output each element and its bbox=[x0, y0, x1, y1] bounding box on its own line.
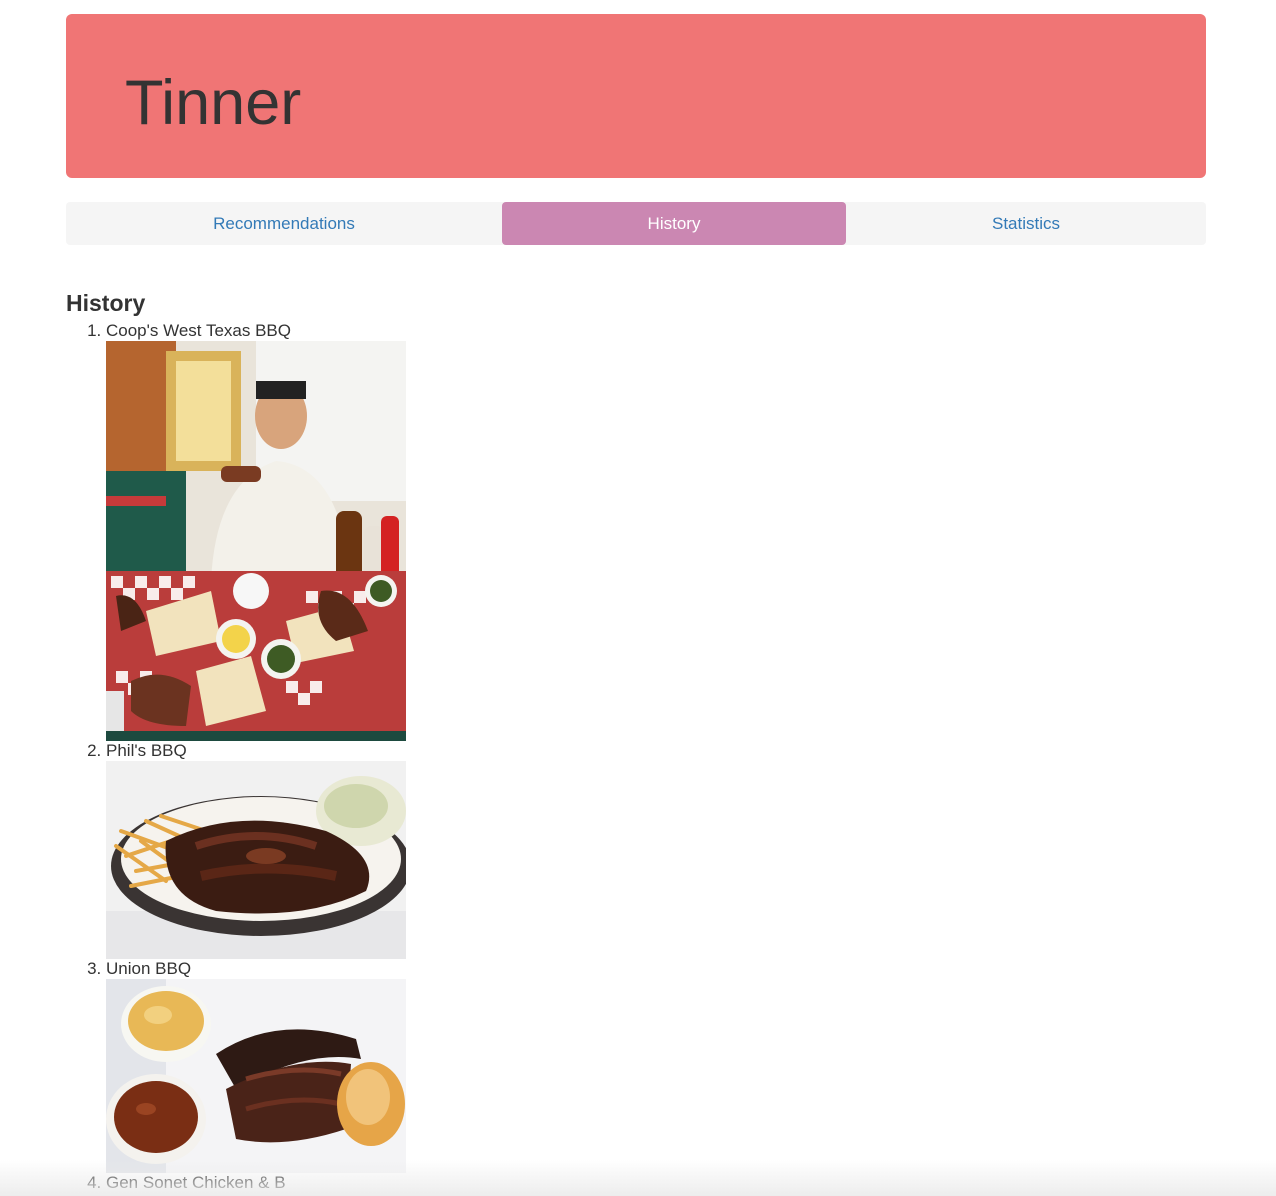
history-heading: History bbox=[66, 290, 146, 316]
history-item: Coop's West Texas BBQ bbox=[106, 321, 1206, 741]
restaurant-name: Gen Sonet Chicken & B bbox=[106, 1173, 286, 1192]
app-header-banner: Tinner bbox=[66, 14, 1206, 178]
tab-history[interactable]: History bbox=[502, 202, 846, 245]
restaurant-photo bbox=[106, 979, 406, 1173]
history-item: Union BBQ bbox=[106, 959, 1206, 1173]
restaurant-photo bbox=[106, 761, 406, 959]
restaurant-name: Phil's BBQ bbox=[106, 741, 187, 760]
history-item: Gen Sonet Chicken & B bbox=[106, 1173, 1206, 1193]
app-title: Tinner bbox=[125, 68, 302, 138]
tab-recommendations[interactable]: Recommendations bbox=[66, 202, 502, 245]
nav-tabs: Recommendations History Statistics bbox=[66, 202, 1206, 245]
history-section: History Coop's West Texas BBQ bbox=[66, 289, 1206, 1193]
tab-statistics[interactable]: Statistics bbox=[846, 202, 1206, 245]
history-item: Phil's BBQ bbox=[106, 741, 1206, 959]
restaurant-name: Union BBQ bbox=[106, 959, 192, 978]
history-list: Coop's West Texas BBQ bbox=[66, 321, 1206, 1193]
restaurant-photo bbox=[106, 341, 406, 741]
restaurant-name: Coop's West Texas BBQ bbox=[106, 321, 291, 340]
